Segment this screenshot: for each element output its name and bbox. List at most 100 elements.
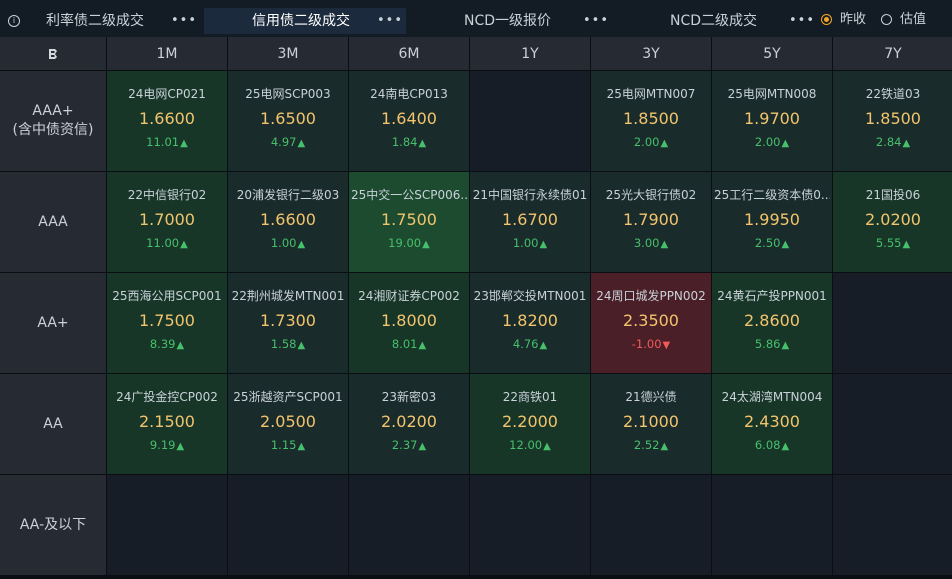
bond-price: 1.9700	[744, 109, 800, 128]
change-value: 2.37	[391, 438, 418, 452]
bond-cell[interactable]: 23邯郸交投MTN001 1.8200 4.76▲	[470, 273, 590, 373]
radio-valuation[interactable]	[881, 14, 892, 25]
bond-cell[interactable]: 24黄石产投PPN001 2.8600 5.86▲	[712, 273, 832, 373]
tab-ncd-primary-quote[interactable]: NCD一级报价 •••	[446, 8, 616, 34]
bond-cell[interactable]: 21国投06 2.0200 5.55▲	[833, 172, 952, 272]
bond-price: 1.8500	[865, 109, 921, 128]
change-value: 1.00	[512, 236, 539, 250]
empty-cell[interactable]	[349, 475, 469, 575]
bond-cell[interactable]: 25电网SCP003 1.6500 4.97▲	[228, 71, 348, 171]
bond-price: 1.7900	[623, 210, 679, 229]
bond-cell[interactable]: 25西海公用SCP001 1.7500 8.39▲	[107, 273, 227, 373]
empty-cell[interactable]	[107, 475, 227, 575]
empty-cell[interactable]	[833, 273, 952, 373]
triangle-up-icon: ▲	[539, 340, 548, 351]
change-value: 1.15	[270, 438, 297, 452]
tab-credit-bond-secondary[interactable]: 信用债二级成交 •••	[204, 8, 406, 34]
bond-cell[interactable]: 25电网MTN008 1.9700 2.00▲	[712, 71, 832, 171]
empty-cell[interactable]	[833, 374, 952, 474]
bond-cell[interactable]: 22铁道03 1.8500 2.84▲	[833, 71, 952, 171]
bond-cell[interactable]: 24电网CP021 1.6600 11.01▲	[107, 71, 227, 171]
more-icon[interactable]: •••	[789, 8, 815, 34]
change-value: 1.58	[270, 337, 297, 351]
change-value: 2.50	[754, 236, 781, 250]
column-header-1m[interactable]: 1M	[107, 37, 227, 70]
bond-price: 1.6700	[502, 210, 558, 229]
bond-price: 2.1000	[623, 412, 679, 431]
bond-cell[interactable]: 25电网MTN007 1.8500 2.00▲	[591, 71, 711, 171]
bond-cell[interactable]: 22中信银行02 1.7000 11.00▲	[107, 172, 227, 272]
bond-cell[interactable]: 21德兴债 2.1000 2.52▲	[591, 374, 711, 474]
bond-price: 2.0200	[381, 412, 437, 431]
bond-change: 1.58▲	[228, 337, 348, 353]
bond-cell[interactable]: 24太湖湾MTN004 2.4300 6.08▲	[712, 374, 832, 474]
triangle-up-icon: ▲	[180, 138, 188, 149]
triangle-up-icon: ▲	[422, 239, 430, 250]
bond-change: 5.86▲	[712, 337, 832, 353]
change-value: 8.01	[391, 337, 418, 351]
bond-cell[interactable]: 25浙越资产SCP001 2.0500 1.15▲	[228, 374, 348, 474]
radio-prev-close[interactable]	[821, 14, 832, 25]
triangle-up-icon: ▲	[297, 441, 306, 452]
change-value: -1.00	[631, 337, 662, 351]
column-header-5y[interactable]: 5Y	[712, 37, 832, 70]
triangle-up-icon: ▲	[781, 340, 790, 351]
column-header-3m[interactable]: 3M	[228, 37, 348, 70]
bond-name: 25电网MTN007	[606, 87, 696, 101]
bond-cell[interactable]: 24南电CP013 1.6400 1.84▲	[349, 71, 469, 171]
bond-cell[interactable]: 22荆州城发MTN001 1.7300 1.58▲	[228, 273, 348, 373]
empty-cell[interactable]	[470, 475, 590, 575]
bond-cell[interactable]: 24广投金控CP002 2.1500 9.19▲	[107, 374, 227, 474]
bond-change: -1.00▼	[591, 337, 711, 353]
change-value: 2.00	[754, 135, 781, 149]
more-icon[interactable]: •••	[583, 8, 609, 34]
bond-price: 1.7500	[139, 311, 195, 330]
triangle-up-icon: ▲	[539, 239, 548, 250]
radio-prev-close-label[interactable]: 昨收	[840, 12, 866, 28]
bond-change: 5.55▲	[833, 236, 952, 252]
bond-name: 24广投金控CP002	[116, 390, 218, 404]
bond-name: 25中交一公SCP006...	[351, 188, 467, 202]
bond-name: 23邯郸交投MTN001	[473, 289, 587, 303]
radio-valuation-label[interactable]: 估值	[900, 12, 926, 28]
triangle-up-icon: ▲	[781, 138, 790, 149]
empty-cell[interactable]	[470, 71, 590, 171]
bond-cell[interactable]: 24周口城发PPN002 2.3500 -1.00▼	[591, 273, 711, 373]
more-icon[interactable]: •••	[377, 8, 403, 34]
triangle-up-icon: ▲	[418, 138, 427, 149]
bond-change: 19.00▲	[349, 236, 469, 252]
tab-ncd-secondary[interactable]: NCD二级成交 •••	[650, 8, 814, 34]
bond-price: 2.8600	[744, 311, 800, 330]
column-header-3y[interactable]: 3Y	[591, 37, 711, 70]
column-header-1y[interactable]: 1Y	[470, 37, 590, 70]
bond-cell[interactable]: 20浦发银行二级03 1.6600 1.00▲	[228, 172, 348, 272]
bond-cell[interactable]: 22商铁01 2.2000 12.00▲	[470, 374, 590, 474]
bond-name: 25浙越资产SCP001	[233, 390, 343, 404]
bond-change: 2.84▲	[833, 135, 952, 151]
bond-cell[interactable]: 25工行二级资本债0... 1.9950 2.50▲	[712, 172, 832, 272]
bond-price: 2.3500	[623, 311, 679, 330]
empty-cell[interactable]	[591, 475, 711, 575]
bond-price: 1.9950	[744, 210, 800, 229]
bond-change: 2.37▲	[349, 438, 469, 454]
bond-change: 6.08▲	[712, 438, 832, 454]
bond-cell[interactable]: 25中交一公SCP006... 1.7500 19.00▲	[349, 172, 469, 272]
tab-rate-bond-secondary[interactable]: 利率债二级成交 •••	[26, 8, 198, 34]
triangle-up-icon: ▲	[781, 239, 790, 250]
empty-cell[interactable]	[712, 475, 832, 575]
bond-cell[interactable]: 21中国银行永续债01 1.6700 1.00▲	[470, 172, 590, 272]
empty-cell[interactable]	[833, 475, 952, 575]
column-header-7y[interactable]: 7Y	[833, 37, 952, 70]
bond-change: 8.39▲	[107, 337, 227, 353]
price-basis-radio-group: 昨收 估值	[820, 0, 952, 42]
bond-cell[interactable]: 23新密03 2.0200 2.37▲	[349, 374, 469, 474]
more-icon[interactable]: •••	[171, 8, 197, 34]
change-value: 2.00	[633, 135, 660, 149]
empty-cell[interactable]	[228, 475, 348, 575]
column-header-6m[interactable]: 6M	[349, 37, 469, 70]
bond-cell[interactable]: 24湘财证券CP002 1.8000 8.01▲	[349, 273, 469, 373]
bond-cell[interactable]: 25光大银行债02 1.7900 3.00▲	[591, 172, 711, 272]
corner-cell	[0, 37, 106, 70]
bond-change: 1.00▲	[228, 236, 348, 252]
info-icon[interactable]: i	[8, 15, 20, 27]
